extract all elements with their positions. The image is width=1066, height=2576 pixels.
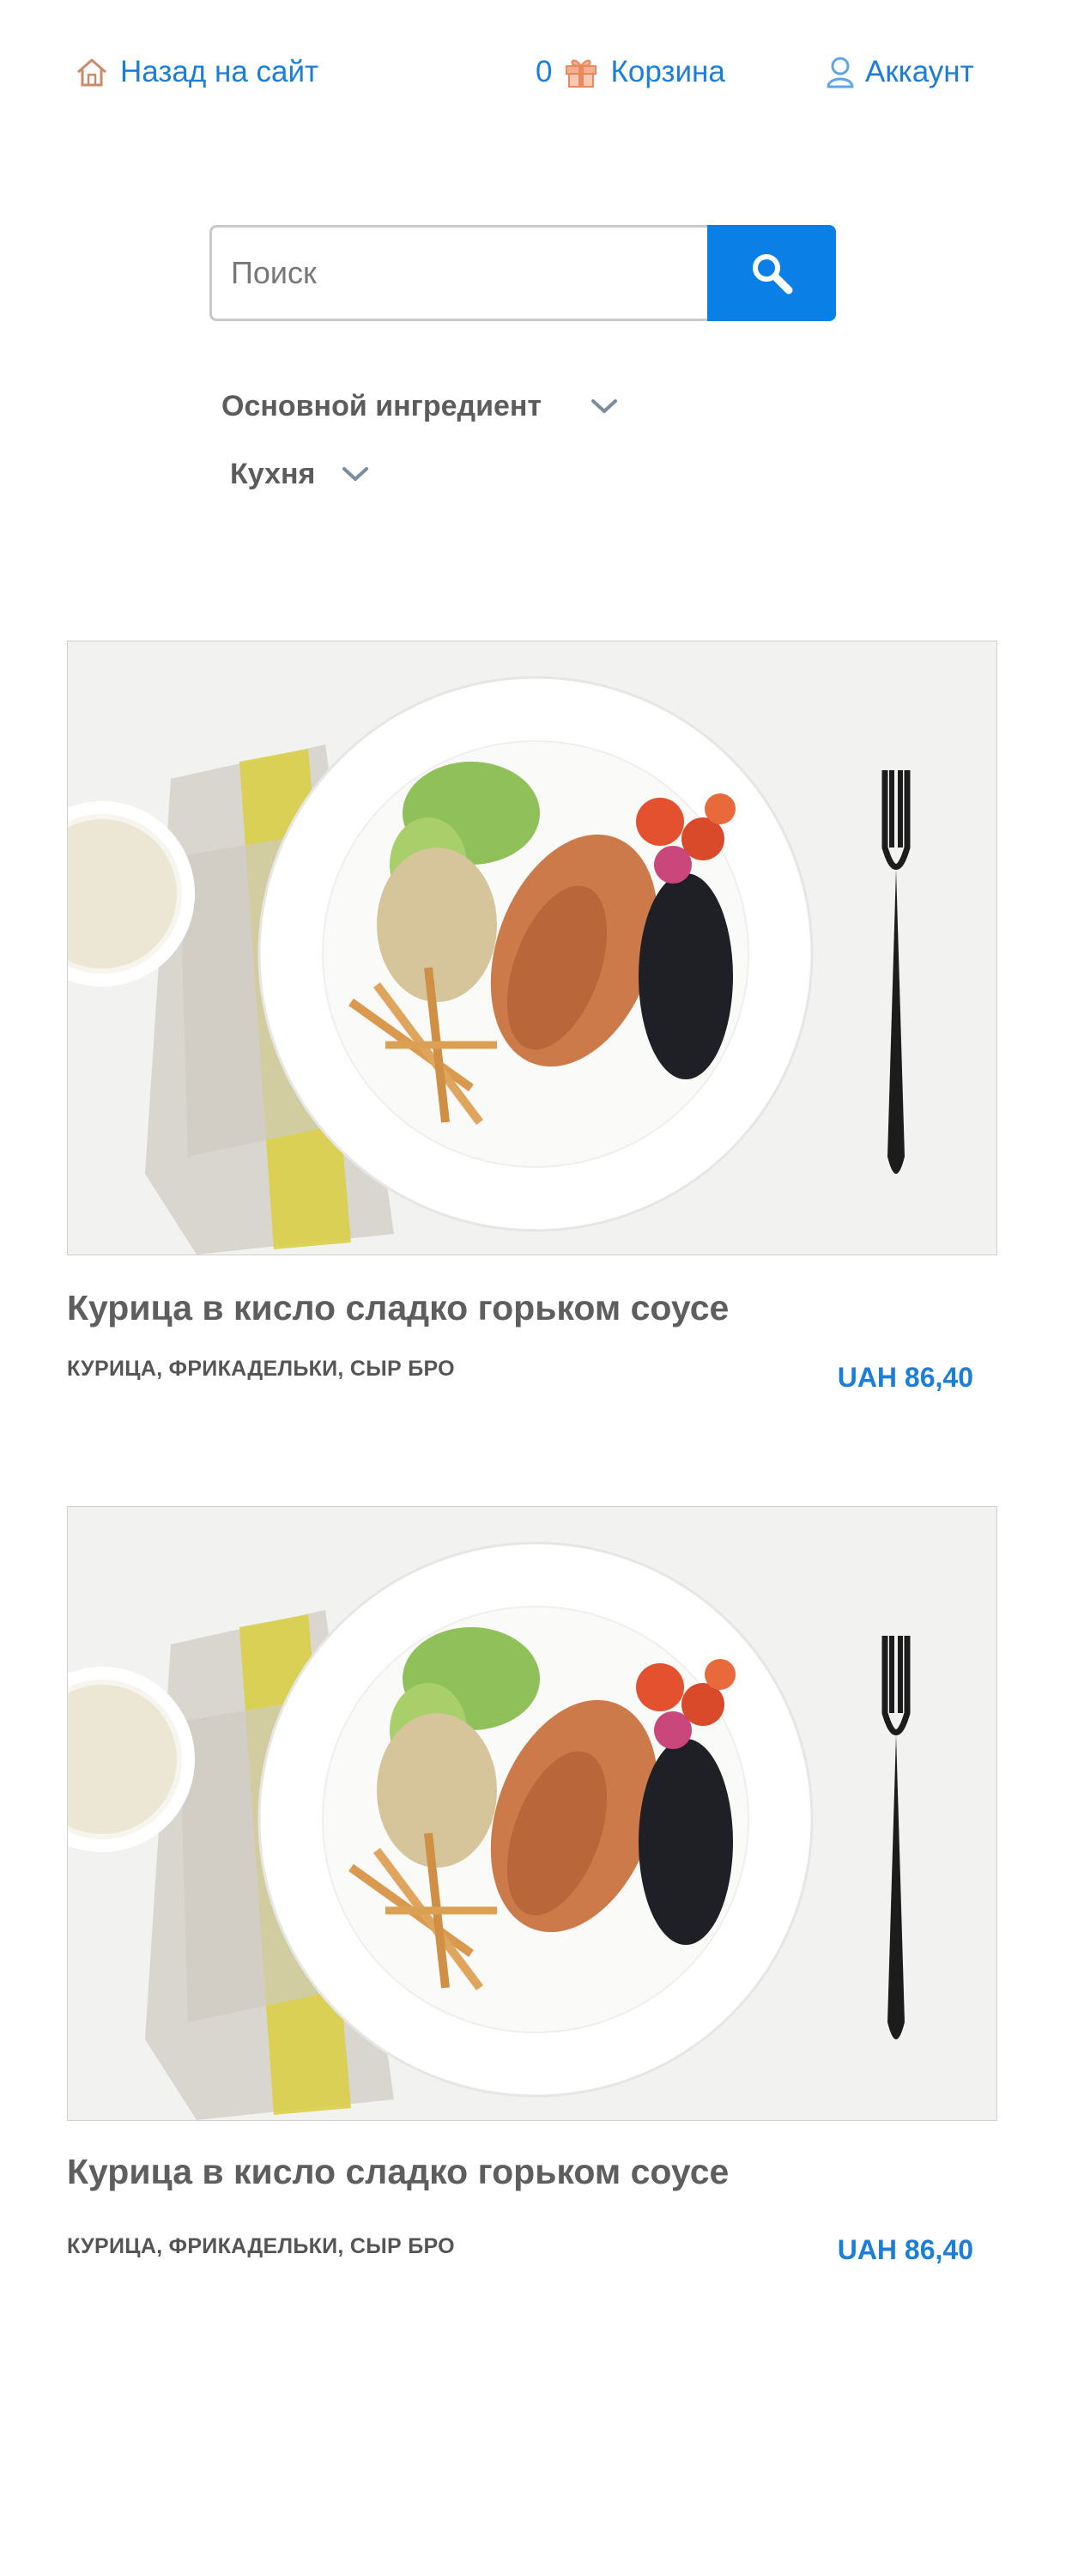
search-bar [209, 225, 836, 321]
cuisine-label: Кухня [230, 457, 316, 490]
product-image[interactable] [67, 641, 997, 1255]
gift-icon [566, 59, 597, 88]
back-to-site-label: Назад на сайт [120, 55, 319, 88]
account-label: Аккаунт [865, 55, 974, 88]
product-tags: КУРИЦА, ФРИКАДЕЛЬКИ, СЫР БРО [67, 2234, 455, 2258]
product-card[interactable]: Курица в кисло сладко горьком соусе КУРИ… [67, 1506, 997, 2265]
chevron-down-icon [591, 399, 618, 413]
main-ingredient-filter[interactable]: Основной ингредиент [221, 385, 619, 428]
chevron-down-icon [342, 467, 369, 481]
search-input[interactable] [209, 225, 707, 321]
cart-link[interactable]: 0 Корзина [536, 52, 725, 93]
cart-label: Корзина [610, 55, 725, 88]
product-image[interactable] [67, 1506, 997, 2121]
cuisine-filter[interactable]: Кухня [230, 453, 370, 495]
home-icon [77, 58, 106, 87]
user-icon [827, 57, 854, 88]
back-to-site-link[interactable]: Назад на сайт [76, 52, 318, 93]
account-link[interactable]: Аккаунт [826, 52, 974, 93]
main-ingredient-label: Основной ингредиент [221, 389, 542, 422]
product-title[interactable]: Курица в кисло сладко горьком соусе [67, 2152, 729, 2192]
search-icon [753, 254, 793, 295]
product-price: UAH 86,40 [837, 2234, 973, 2265]
product-title[interactable]: Курица в кисло сладко горьком соусе [67, 1288, 729, 1328]
product-card[interactable]: Курица в кисло сладко горьком соусе КУРИ… [67, 641, 997, 1393]
product-price: UAH 86,40 [837, 1362, 973, 1393]
cart-count: 0 [536, 55, 553, 88]
search-button[interactable] [707, 225, 836, 321]
product-tags: КУРИЦА, ФРИКАДЕЛЬКИ, СЫР БРО [67, 1357, 455, 1381]
